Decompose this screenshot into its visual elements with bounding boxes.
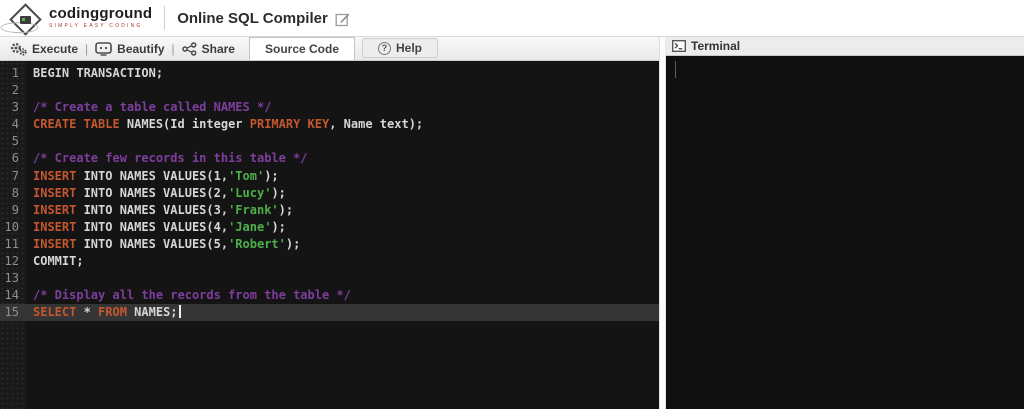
tab-label: Source Code xyxy=(265,42,339,56)
code-text: BEGIN TRANSACTION; xyxy=(26,65,163,82)
tab-label: Help xyxy=(396,41,422,55)
main-split: Execute | Beautify | xyxy=(0,37,1024,409)
code-line[interactable]: 9INSERT INTO NAMES VALUES(3,'Frank'); xyxy=(0,202,659,219)
code-line[interactable]: 10INSERT INTO NAMES VALUES(4,'Jane'); xyxy=(0,219,659,236)
code-text: CREATE TABLE NAMES(Id integer PRIMARY KE… xyxy=(26,116,423,133)
code-text: INSERT INTO NAMES VALUES(5,'Robert'); xyxy=(26,236,300,253)
codingground-logo[interactable]: codingground SIMPLY EASY CODING xyxy=(8,6,162,31)
code-line[interactable]: 13 xyxy=(0,270,659,287)
line-number: 2 xyxy=(0,82,26,99)
code-editor[interactable]: 1BEGIN TRANSACTION;23/* Create a table c… xyxy=(0,61,659,409)
logo-text: codingground xyxy=(49,7,152,21)
header: codingground SIMPLY EASY CODING Online S… xyxy=(0,0,1024,37)
terminal-header: Terminal xyxy=(666,37,1024,56)
execute-label: Execute xyxy=(32,42,78,56)
source-panel: Execute | Beautify | xyxy=(0,37,659,409)
line-number: 14 xyxy=(0,287,26,304)
gears-icon xyxy=(10,42,27,56)
code-line[interactable]: 5 xyxy=(0,133,659,150)
code-text xyxy=(26,133,33,150)
page-title: Online SQL Compiler xyxy=(177,10,328,27)
code-text: INSERT INTO NAMES VALUES(4,'Jane'); xyxy=(26,219,286,236)
editor-toolbar: Execute | Beautify | xyxy=(0,37,659,61)
logo-monitor-glyph xyxy=(20,15,31,23)
code-line[interactable]: 7INSERT INTO NAMES VALUES(1,'Tom'); xyxy=(0,168,659,185)
panel-resize-divider[interactable] xyxy=(659,37,666,409)
line-number: 10 xyxy=(0,219,26,236)
line-number: 6 xyxy=(0,150,26,167)
code-line[interactable]: 11INSERT INTO NAMES VALUES(5,'Robert'); xyxy=(0,236,659,253)
line-number: 7 xyxy=(0,168,26,185)
share-button[interactable]: Share xyxy=(176,37,241,60)
code-text: INSERT INTO NAMES VALUES(2,'Lucy'); xyxy=(26,185,286,202)
code-text: SELECT * FROM NAMES; xyxy=(26,304,181,321)
share-label: Share xyxy=(202,42,235,56)
text-cursor xyxy=(179,305,181,318)
code-line[interactable]: 14/* Display all the records from the ta… xyxy=(0,287,659,304)
code-text: /* Create few records in this table */ xyxy=(26,150,308,167)
beautify-button[interactable]: Beautify xyxy=(89,37,170,60)
code-line[interactable]: 15SELECT * FROM NAMES; xyxy=(0,304,659,321)
header-divider xyxy=(164,6,165,30)
code-line[interactable]: 2 xyxy=(0,82,659,99)
edit-title-icon[interactable] xyxy=(335,11,351,27)
tab-source-code[interactable]: Source Code xyxy=(249,37,355,60)
line-number: 12 xyxy=(0,253,26,270)
line-number: 9 xyxy=(0,202,26,219)
terminal-cursor xyxy=(675,61,676,78)
code-text: /* Display all the records from the tabl… xyxy=(26,287,351,304)
line-number: 5 xyxy=(0,133,26,150)
line-number: 15 xyxy=(0,304,26,321)
code-text: INSERT INTO NAMES VALUES(1,'Tom'); xyxy=(26,168,279,185)
line-number: 1 xyxy=(0,65,26,82)
share-icon xyxy=(182,42,197,56)
line-number: 4 xyxy=(0,116,26,133)
code-line[interactable]: 3/* Create a table called NAMES */ xyxy=(0,99,659,116)
codingground-logo-icon xyxy=(9,3,42,36)
line-number: 11 xyxy=(0,236,26,253)
code-text: /* Create a table called NAMES */ xyxy=(26,99,271,116)
code-line[interactable]: 1BEGIN TRANSACTION; xyxy=(0,65,659,82)
code-line[interactable]: 6/* Create few records in this table */ xyxy=(0,150,659,167)
line-number: 8 xyxy=(0,185,26,202)
code-text xyxy=(26,82,33,99)
code-line[interactable]: 4CREATE TABLE NAMES(Id integer PRIMARY K… xyxy=(0,116,659,133)
terminal-body[interactable] xyxy=(666,56,1024,409)
terminal-panel: Terminal xyxy=(666,37,1024,409)
logo-tagline: SIMPLY EASY CODING xyxy=(49,23,152,29)
code-text: COMMIT; xyxy=(26,253,84,270)
code-line[interactable]: 12COMMIT; xyxy=(0,253,659,270)
beautify-label: Beautify xyxy=(117,42,164,56)
code-text xyxy=(26,270,33,287)
monitor-icon xyxy=(95,42,112,56)
tab-help[interactable]: ? Help xyxy=(362,38,438,58)
line-number: 3 xyxy=(0,99,26,116)
help-icon: ? xyxy=(378,42,391,55)
terminal-title: Terminal xyxy=(691,39,740,53)
line-number: 13 xyxy=(0,270,26,287)
terminal-icon xyxy=(672,40,686,52)
app-root: codingground SIMPLY EASY CODING Online S… xyxy=(0,0,1024,409)
tabs: Source Code? Help xyxy=(249,37,438,60)
pencil-icon xyxy=(335,11,351,27)
code-line[interactable]: 8INSERT INTO NAMES VALUES(2,'Lucy'); xyxy=(0,185,659,202)
code-text: INSERT INTO NAMES VALUES(3,'Frank'); xyxy=(26,202,293,219)
execute-button[interactable]: Execute xyxy=(4,37,84,60)
